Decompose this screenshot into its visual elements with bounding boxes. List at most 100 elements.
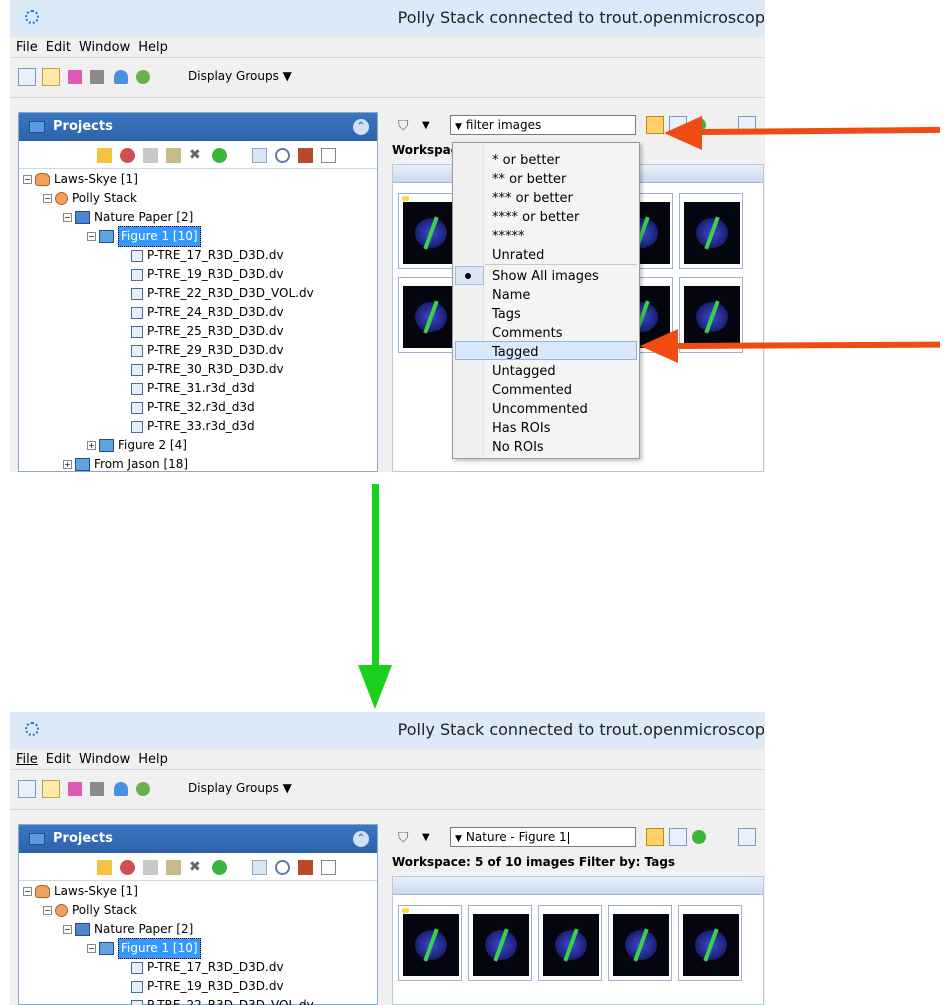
tree-node-image[interactable]: P-TRE_32.r3d_d3d (131, 398, 255, 417)
refresh-icon[interactable] (212, 860, 227, 875)
sort-icon[interactable] (252, 860, 267, 875)
image-thumbnail[interactable] (679, 193, 743, 269)
menu-item-name[interactable]: Name (492, 286, 530, 305)
search-view-button[interactable] (42, 780, 60, 798)
tree-node-image[interactable]: P-TRE_30_R3D_D3D.dv (131, 360, 284, 379)
menu-item-untagged[interactable]: Untagged (492, 362, 556, 381)
image-thumbnail[interactable] (398, 905, 462, 981)
tree-node-user[interactable]: − Polly Stack (43, 901, 137, 920)
filter-input[interactable]: ▼ Nature - Figure 1 (450, 827, 636, 847)
collapse-icon[interactable]: ⌃ (353, 119, 369, 135)
tags-icon[interactable] (68, 782, 82, 796)
refresh-icon[interactable] (692, 830, 706, 844)
filter-menu-arrow-icon[interactable]: ▼ (422, 832, 430, 843)
menu-file[interactable]: File (16, 752, 38, 767)
timer-icon[interactable] (275, 860, 290, 875)
menu-item-uncommented[interactable]: Uncommented (492, 400, 588, 419)
menu-help[interactable]: Help (138, 752, 168, 767)
collapse-toggle-icon[interactable]: − (63, 925, 72, 934)
screens-icon[interactable] (90, 70, 104, 84)
tree-node-project[interactable]: − Nature Paper [2] (63, 208, 193, 227)
tree-node-image[interactable]: P-TRE_25_R3D_D3D.dv (131, 322, 284, 341)
collapse-toggle-icon[interactable]: − (43, 194, 52, 203)
delete-icon[interactable]: ✖ (189, 148, 204, 163)
people-icon[interactable] (114, 70, 128, 84)
tree-node-dataset-selected[interactable]: − Figure 1 [10] (87, 226, 201, 247)
image-thumbnail[interactable] (678, 905, 742, 981)
import-icon[interactable] (298, 148, 313, 163)
collapse-toggle-icon[interactable]: − (87, 232, 96, 241)
tree-node-image[interactable]: P-TRE_24_R3D_D3D.dv (131, 303, 284, 322)
screens-icon[interactable] (90, 782, 104, 796)
collapse-toggle-icon[interactable]: − (43, 906, 52, 915)
thumbnail-view-button[interactable] (646, 828, 664, 846)
image-thumbnail[interactable] (679, 277, 743, 353)
tree-node-group[interactable]: − Laws-Skye [1] (23, 882, 138, 901)
groups-icon[interactable] (136, 70, 150, 84)
filter-input[interactable]: ▼ filter images (450, 115, 636, 135)
menu-item-rating[interactable]: *** or better (492, 189, 573, 208)
display-groups-dropdown[interactable]: Display Groups ▼ (188, 781, 292, 795)
collapse-toggle-icon[interactable]: − (63, 213, 72, 222)
tags-icon[interactable] (68, 70, 82, 84)
tree-node-image[interactable]: P-TRE_19_R3D_D3D.dv (131, 977, 284, 996)
hierarchy-view-button[interactable] (18, 780, 36, 798)
tree-node-image[interactable]: P-TRE_33.r3d_d3d (131, 417, 255, 436)
menu-item-rating[interactable]: ** or better (492, 170, 566, 189)
menu-item-tags[interactable]: Tags (492, 305, 521, 324)
tree-node-image[interactable]: P-TRE_31.r3d_d3d (131, 379, 255, 398)
tree-node-image[interactable]: P-TRE_17_R3D_D3D.dv (131, 246, 284, 265)
menu-edit[interactable]: Edit (46, 752, 71, 767)
tree-node-image[interactable]: P-TRE_17_R3D_D3D.dv (131, 958, 284, 977)
display-groups-dropdown[interactable]: Display Groups ▼ (188, 69, 292, 83)
menu-item-rating[interactable]: * or better (492, 151, 560, 170)
menu-item-show-all[interactable]: Show All images (492, 267, 599, 286)
menu-item-commented[interactable]: Commented (492, 381, 572, 400)
tree-node-image[interactable]: P-TRE_22_R3D_D3D_VOL.dv (131, 284, 314, 303)
sort-icon[interactable] (252, 148, 267, 163)
paste-icon[interactable] (166, 148, 181, 163)
tree-node-project[interactable]: − Nature Paper [2] (63, 920, 193, 939)
menu-window[interactable]: Window (79, 752, 130, 767)
collapse-all-icon[interactable] (321, 148, 336, 163)
tree-node-image[interactable]: P-TRE_22_R3D_D3D_VOL.dv (131, 996, 314, 1005)
copy-icon[interactable] (143, 148, 158, 163)
expand-toggle-icon[interactable]: + (87, 441, 96, 450)
tree-node-user[interactable]: − Polly Stack (43, 189, 137, 208)
collapse-toggle-icon[interactable]: − (23, 175, 32, 184)
paste-icon[interactable] (166, 860, 181, 875)
sort-button[interactable] (738, 828, 756, 846)
menu-item-unrated[interactable]: Unrated (492, 246, 544, 265)
tree-node-image[interactable]: P-TRE_29_R3D_D3D.dv (131, 341, 284, 360)
timer-icon[interactable] (275, 148, 290, 163)
tree-node-dataset[interactable]: + Figure 2 [4] (87, 436, 187, 455)
collapse-toggle-icon[interactable]: − (23, 887, 32, 896)
tree-node-dataset[interactable]: + From Jason [18] (63, 455, 188, 472)
image-thumbnail[interactable] (538, 905, 602, 981)
tree-node-image[interactable]: P-TRE_19_R3D_D3D.dv (131, 265, 284, 284)
cut-icon[interactable] (120, 148, 135, 163)
collapse-icon[interactable]: ⌃ (353, 831, 369, 847)
filter-menu-arrow-icon[interactable]: ▼ (422, 120, 430, 131)
filter-icon[interactable]: ⛉ (398, 830, 409, 846)
menu-item-rating[interactable]: **** or better (492, 208, 579, 227)
image-thumbnail[interactable] (468, 905, 532, 981)
tree-node-group[interactable]: − Laws-Skye [1] (23, 170, 138, 189)
new-icon[interactable] (97, 860, 112, 875)
menu-item-rating[interactable]: ***** (492, 227, 525, 246)
tree-node-dataset-selected[interactable]: − Figure 1 [10] (87, 938, 201, 959)
collapse-toggle-icon[interactable]: − (87, 944, 96, 953)
groups-icon[interactable] (136, 782, 150, 796)
menu-item-has-rois[interactable]: Has ROIs (492, 419, 551, 438)
hierarchy-view-button[interactable] (18, 68, 36, 86)
people-icon[interactable] (114, 782, 128, 796)
collapse-all-icon[interactable] (321, 860, 336, 875)
menu-item-no-rois[interactable]: No ROIs (492, 438, 544, 457)
menu-window[interactable]: Window (79, 40, 130, 55)
new-icon[interactable] (97, 148, 112, 163)
menu-edit[interactable]: Edit (46, 40, 71, 55)
refresh-icon[interactable] (212, 148, 227, 163)
cut-icon[interactable] (120, 860, 135, 875)
import-icon[interactable] (298, 860, 313, 875)
filter-dropdown-icon[interactable]: ▼ (455, 122, 462, 132)
